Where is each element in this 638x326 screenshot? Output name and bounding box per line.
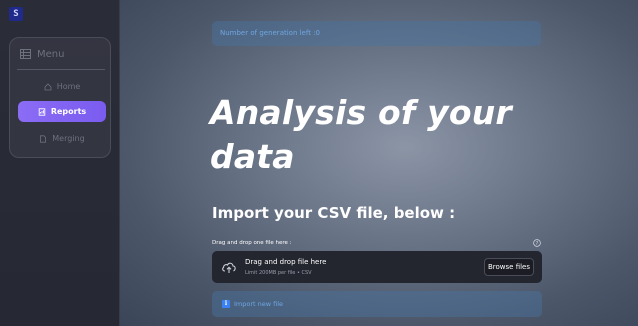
app-logo: S xyxy=(9,7,23,21)
svg-text:?: ? xyxy=(536,241,539,247)
import-new-file-alert: i Import new file xyxy=(212,291,542,317)
upload-cloud-icon xyxy=(222,262,236,273)
home-icon xyxy=(44,82,52,90)
import-heading: Import your CSV file, below : xyxy=(212,204,456,222)
menu-grid-icon xyxy=(20,49,31,59)
info-icon: i xyxy=(222,300,230,308)
sidebar-item-label: Reports xyxy=(50,107,87,116)
document-icon xyxy=(40,134,47,143)
sidebar-item-merging[interactable]: Merging xyxy=(18,128,106,149)
import-new-file-label: Import new file xyxy=(234,300,284,308)
menu-header: Menu xyxy=(20,46,104,62)
report-icon xyxy=(38,107,46,116)
sidebar: S Menu Home Reports Merging xyxy=(0,0,120,326)
uploader-label: Drag and drop one file here : xyxy=(212,240,292,246)
page-title: Analysis of your data xyxy=(210,93,512,176)
sidebar-menu: Menu Home Reports Merging xyxy=(9,37,111,158)
dropzone-title: Drag and drop file here xyxy=(245,258,327,266)
sidebar-item-label: Merging xyxy=(52,134,85,143)
menu-divider xyxy=(17,69,105,70)
sidebar-item-reports[interactable]: Reports xyxy=(18,101,106,122)
dropzone-subtitle: Limit 200MB per file • CSV xyxy=(245,270,312,276)
menu-title: Menu xyxy=(37,48,65,60)
help-icon[interactable]: ? xyxy=(533,239,541,247)
browse-files-button[interactable]: Browse files xyxy=(484,258,534,276)
main-content: Number of generation left :0 Analysis of… xyxy=(120,0,638,326)
sidebar-item-home[interactable]: Home xyxy=(18,76,106,97)
file-dropzone[interactable]: Drag and drop file here Limit 200MB per … xyxy=(212,251,542,283)
sidebar-item-label: Home xyxy=(56,82,81,91)
generation-banner: Number of generation left :0 xyxy=(212,21,541,46)
